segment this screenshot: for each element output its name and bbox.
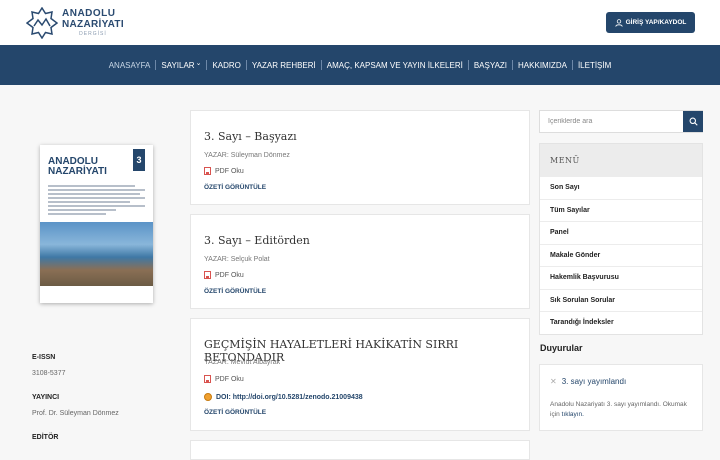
search-box [539,110,703,133]
editor-label: EDİTÖR [32,434,59,441]
cover-title-line-2: NAZARİYATI [48,166,107,177]
publisher-value: Prof. Dr. Süleyman Dönmez [32,410,119,417]
side-menu: MENÜ Son Sayı Tüm Sayılar Panel Makale G… [539,143,703,335]
pdf-label: PDF Oku [215,271,244,279]
search-input[interactable] [540,111,683,132]
article-author: YAZAR: Selçuk Polat [204,256,270,263]
logo-star-icon [26,7,58,39]
announcement-title[interactable]: ✕ 3. sayı yayımlandı [550,377,626,386]
nav-item-anasayfa[interactable]: ANASAYFA [104,59,156,71]
pdf-icon [204,167,211,175]
nav-item-iletisim[interactable]: İLETİŞİM [573,59,616,71]
logo-text: ANADOLU NAZARİYATI DERGİSİ [62,9,124,37]
user-icon [614,18,623,27]
article-card: GEÇMİŞİN HAYALETLERİ HAKİKATİN SIRRI BET… [190,318,530,431]
login-label: GİRİŞ YAP/KAYDOL [625,19,687,26]
announcement-link[interactable]: tıklayın. [562,411,584,418]
announcements-heading: Duyurular [540,343,583,353]
announcement-card: ✕ 3. sayı yayımlandı Anadolu Nazariyatı … [539,364,703,431]
journal-info: E-ISSN 3108-5377 YAYINCI Prof. Dr. Süley… [32,354,162,450]
chevron-down-icon: ⌄ [195,60,202,67]
article-card: 3. Sayı – Başyazı YAZAR: Süleyman Dönmez… [190,110,530,205]
search-icon [689,117,698,126]
logo-line-3: DERGİSİ [79,31,107,37]
main-nav: ANASAYFA SAYILAR ⌄ KADRO YAZAR REHBERİ AM… [0,45,720,85]
cover-text-lines [48,185,145,217]
logo-line-1: ANADOLU [62,8,116,19]
article-card: 3. Sayı – Editörden YAZAR: Selçuk Polat … [190,214,530,309]
doi-link[interactable]: DOI: http://doi.org/10.5281/zenodo.21009… [204,393,363,401]
pdf-icon [204,375,211,383]
pdf-link[interactable]: PDF Oku [204,271,244,279]
eissn-value: 3108-5377 [32,370,66,377]
journal-cover-image[interactable]: ANADOLU NAZARİYATI 3 [40,145,153,303]
cover-title: ANADOLU NAZARİYATI [48,157,107,177]
pdf-icon [204,271,211,279]
pdf-label: PDF Oku [215,375,244,383]
eissn-label: E-ISSN [32,354,56,361]
view-abstract-link[interactable]: ÖZETİ GÖRÜNTÜLE [204,288,266,295]
close-icon[interactable]: ✕ [550,377,557,386]
pdf-link[interactable]: PDF Oku [204,167,244,175]
article-author: YAZAR: Süleyman Dönmez [204,152,290,159]
nav-item-basyazi[interactable]: BAŞYAZI [469,59,512,71]
search-button[interactable] [683,111,703,132]
menu-item-indeksler[interactable]: Tarandığı İndeksler [540,311,702,334]
menu-item-panel[interactable]: Panel [540,221,702,244]
article-author: YAZAR: Mevlüt Albayrak [204,359,281,366]
pdf-label: PDF Oku [215,167,244,175]
menu-item-son-sayi[interactable]: Son Sayı [540,176,702,199]
announcement-text: Anadolu Nazariyatı 3. sayı yayımlandı. O… [550,400,695,420]
site-logo[interactable]: ANADOLU NAZARİYATI DERGİSİ [26,6,136,40]
nav-item-sayilar[interactable]: SAYILAR ⌄ [156,59,206,71]
nav-item-hakkimizda[interactable]: HAKKIMIZDA [513,59,572,71]
nav-item-sayilar-label: SAYILAR [161,60,195,70]
menu-item-sss[interactable]: Sık Sorulan Sorular [540,288,702,312]
login-register-button[interactable]: GİRİŞ YAP/KAYDOL [606,12,695,33]
menu-item-makale-gonder[interactable]: Makale Gönder [540,243,702,267]
cover-issue-number: 3 [133,149,145,171]
article-title[interactable]: 3. Sayı – Editörden [204,234,310,247]
view-abstract-link[interactable]: ÖZETİ GÖRÜNTÜLE [204,184,266,191]
cover-photo [40,222,153,286]
announcement-title-text: 3. sayı yayımlandı [561,377,627,386]
publisher-label: YAYINCI [32,394,60,401]
nav-item-amac-kapsam[interactable]: AMAÇ, KAPSAM VE YAYIN İLKELERİ [322,59,468,71]
menu-item-tum-sayilar[interactable]: Tüm Sayılar [540,198,702,222]
menu-heading: MENÜ [540,144,702,176]
article-card-partial [190,440,530,460]
article-title[interactable]: 3. Sayı – Başyazı [204,130,297,143]
view-abstract-link[interactable]: ÖZETİ GÖRÜNTÜLE [204,409,266,416]
top-header: ANADOLU NAZARİYATI DERGİSİ GİRİŞ YAP/KAY… [0,0,720,45]
pdf-link[interactable]: PDF Oku [204,375,244,383]
nav-item-kadro[interactable]: KADRO [207,59,245,71]
doi-label: DOI: http://doi.org/10.5281/zenodo.21009… [216,393,363,401]
logo-line-2: NAZARİYATI [62,19,124,30]
doi-icon [204,393,212,401]
menu-item-hakemlik-basvurusu[interactable]: Hakemlik Başvurusu [540,266,702,289]
nav-item-yazar-rehberi[interactable]: YAZAR REHBERİ [247,59,321,71]
